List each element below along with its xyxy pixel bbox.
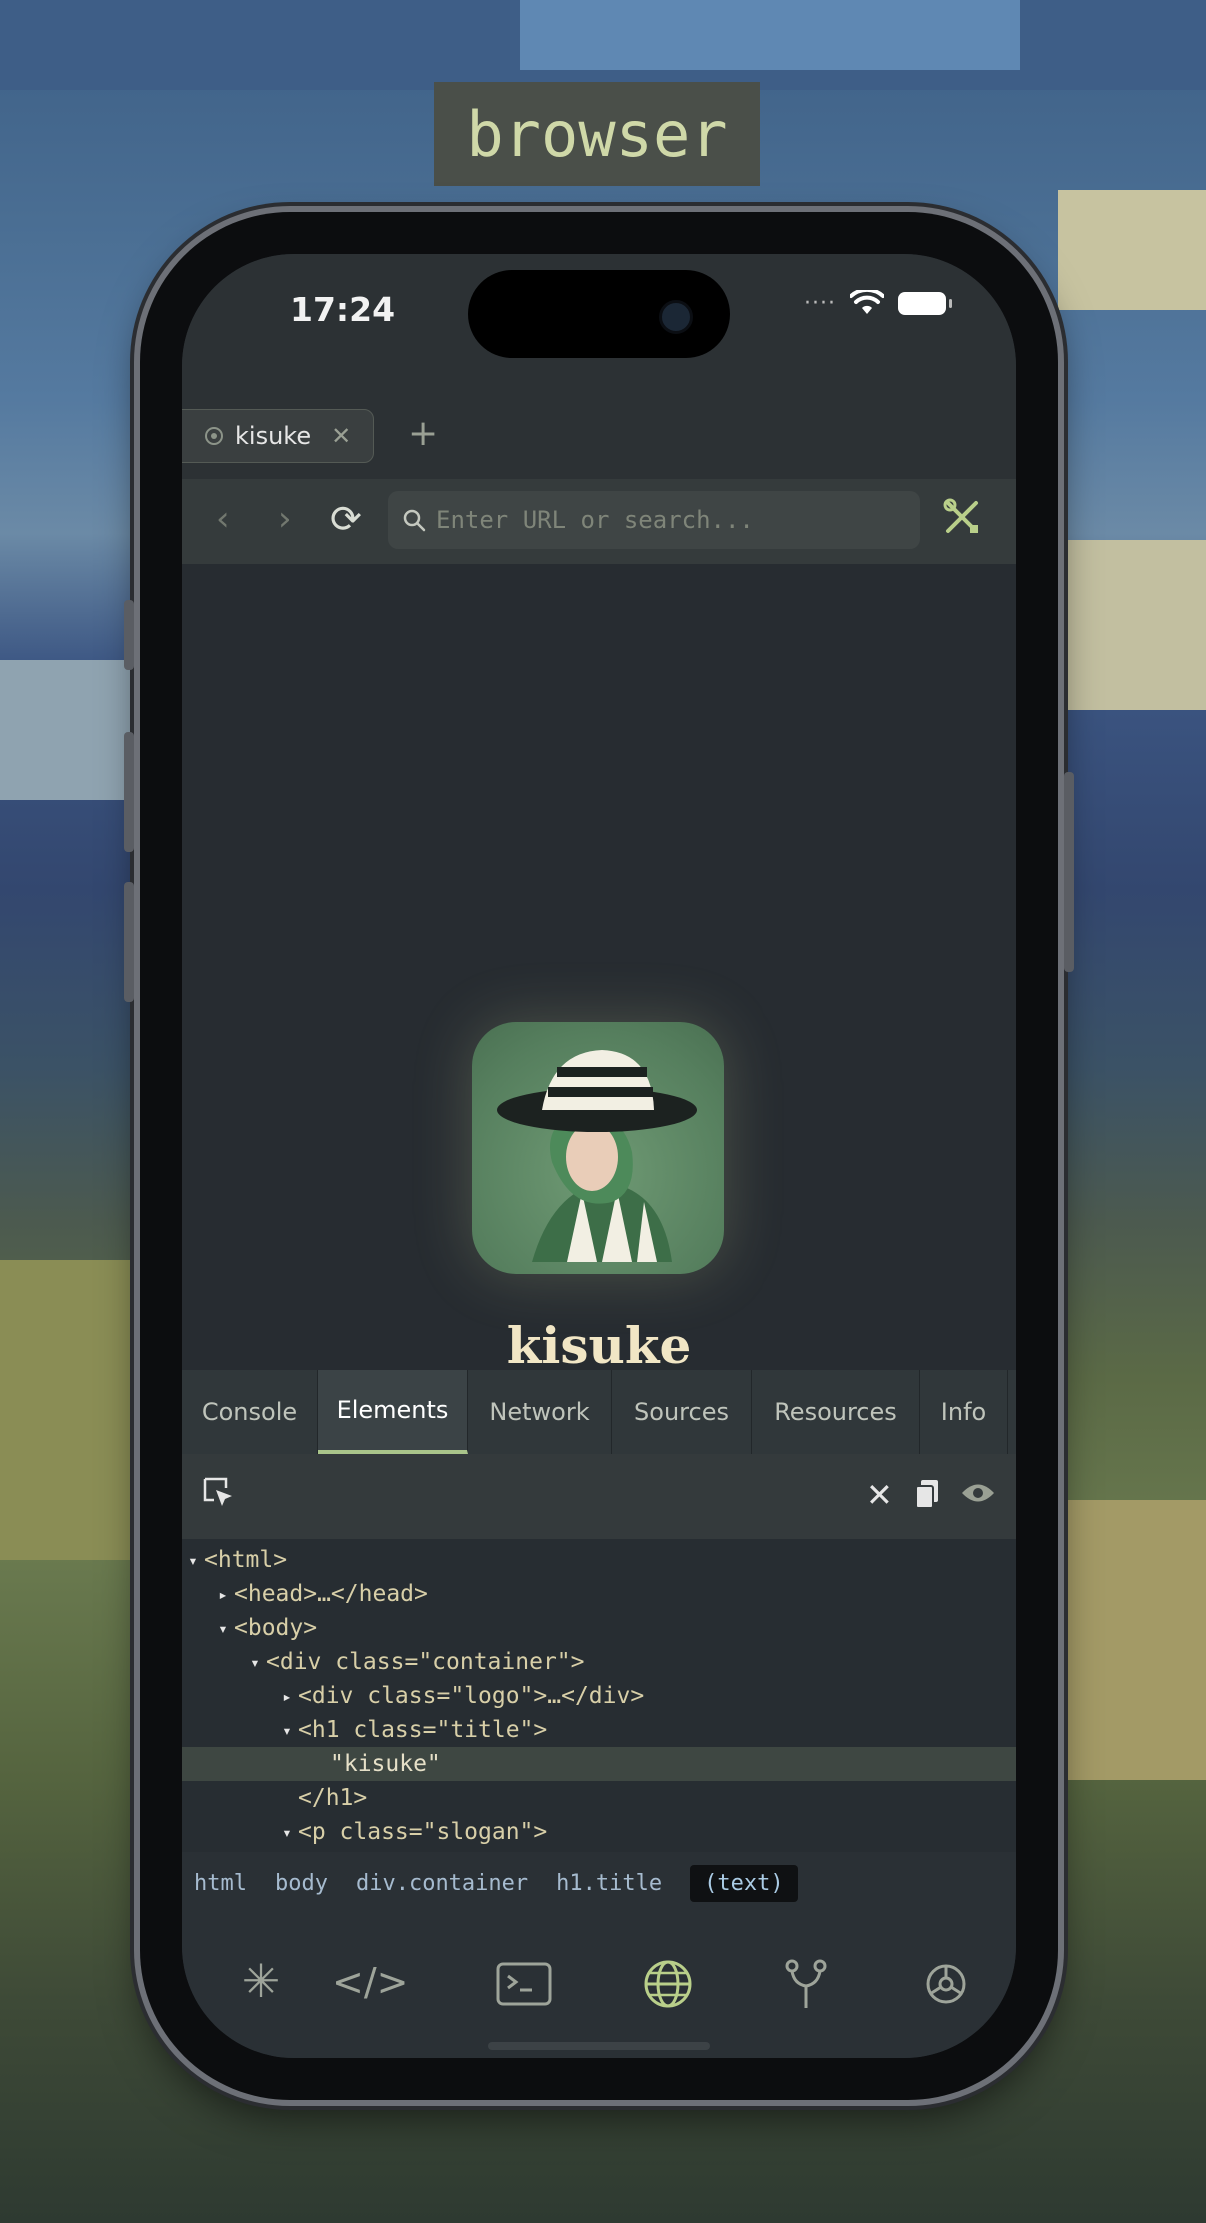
tab-favicon-icon xyxy=(205,427,223,445)
copy-icon[interactable] xyxy=(914,1478,940,1510)
terminal-icon[interactable] xyxy=(496,1962,552,2006)
expand-icon[interactable]: ▾ xyxy=(276,1721,298,1740)
volume-down-button xyxy=(124,882,134,1002)
silent-switch xyxy=(124,600,134,670)
home-indicator[interactable] xyxy=(488,2042,710,2050)
bottom-nav: ✳ </> xyxy=(182,1914,1016,2058)
git-branch-icon[interactable] xyxy=(782,1958,830,2010)
tab-label: kisuke xyxy=(235,422,312,450)
crumb-div-container[interactable]: div.container xyxy=(356,1871,528,1896)
crumb-h1-title[interactable]: h1.title xyxy=(556,1871,662,1896)
browser-tab-bar: kisuke ✕ + xyxy=(182,379,1016,479)
devtools-toolbar: ✕ xyxy=(182,1454,1016,1540)
bg-cloud-2 xyxy=(520,0,1020,70)
page-title: kisuke xyxy=(506,1316,692,1375)
phone-frame: 17:24 ···· kisuke ✕ + ‹ › ⟳ Enter URL or… xyxy=(124,212,1074,2100)
bg-cloud-5 xyxy=(0,660,140,800)
url-input[interactable]: Enter URL or search... xyxy=(388,491,920,549)
dom-node[interactable]: ▸ <div class="logo">…</div> xyxy=(182,1679,1016,1713)
dom-node[interactable]: </h1> xyxy=(182,1781,1016,1815)
dom-node[interactable]: ▾ <h1 class="title"> xyxy=(182,1713,1016,1747)
bg-field-1 xyxy=(0,1260,140,1560)
forward-button[interactable]: › xyxy=(278,499,292,539)
status-time: 17:24 xyxy=(290,290,396,329)
crumb-text[interactable]: (text) xyxy=(690,1864,798,1902)
reload-button[interactable]: ⟳ xyxy=(330,497,362,541)
search-icon xyxy=(403,509,426,532)
dom-breadcrumb: html body div.container h1.title (text) xyxy=(182,1852,1016,1914)
dom-tree: ▾ <html> ▸ <head>…</head> ▾ <body> ▾ <div cl… xyxy=(182,1539,1016,1859)
volume-up-button xyxy=(124,732,134,852)
signal-icon: ···· xyxy=(804,290,836,316)
battery-icon xyxy=(898,291,952,315)
new-tab-button[interactable]: + xyxy=(408,413,438,454)
collapse-icon[interactable]: ▸ xyxy=(212,1585,234,1604)
power-button xyxy=(1064,772,1074,972)
inspect-icon[interactable] xyxy=(202,1476,236,1510)
settings-icon[interactable] xyxy=(920,1958,972,2010)
code-icon[interactable]: </> xyxy=(332,1960,408,2004)
page-viewport: kisuke xyxy=(182,564,1016,1375)
logo-image xyxy=(472,1022,724,1274)
devtools-tabs: Console Elements Network Sources Resourc… xyxy=(182,1370,1016,1454)
expand-icon[interactable]: ▾ xyxy=(244,1653,266,1672)
expand-icon[interactable]: ▾ xyxy=(182,1551,204,1570)
tab-resources[interactable]: Resources xyxy=(752,1370,920,1454)
dom-node-selected[interactable]: "kisuke" xyxy=(182,1747,1016,1781)
avatar-illustration xyxy=(497,1050,697,1262)
dom-node[interactable]: ▸ <head>…</head> xyxy=(182,1577,1016,1611)
back-button[interactable]: ‹ xyxy=(216,499,230,539)
crumb-body[interactable]: body xyxy=(275,1871,328,1896)
camera-icon xyxy=(659,300,693,334)
status-icons: ···· xyxy=(804,290,952,316)
bg-field-2 xyxy=(1058,1500,1206,1780)
dom-node[interactable]: ▾ <div class="container"> xyxy=(182,1645,1016,1679)
close-icon[interactable]: ✕ xyxy=(866,1476,893,1514)
eye-icon[interactable] xyxy=(960,1480,996,1506)
app-label: browser xyxy=(434,82,760,186)
collapse-icon[interactable]: ▸ xyxy=(276,1687,298,1706)
status-bar: 17:24 ···· xyxy=(182,254,1016,379)
tab-elements[interactable]: Elements xyxy=(318,1370,468,1454)
tab-network[interactable]: Network xyxy=(468,1370,612,1454)
bg-cloud-4 xyxy=(1058,540,1206,710)
tools-icon[interactable] xyxy=(942,497,982,537)
tab-sources[interactable]: Sources xyxy=(612,1370,752,1454)
expand-icon[interactable]: ▾ xyxy=(212,1619,234,1638)
expand-icon[interactable]: ▾ xyxy=(276,1823,298,1842)
asterisk-icon[interactable]: ✳ xyxy=(226,1954,296,2008)
bg-cloud-3 xyxy=(1058,190,1206,310)
globe-icon[interactable] xyxy=(642,1958,694,2010)
wifi-icon xyxy=(850,290,884,314)
url-placeholder: Enter URL or search... xyxy=(436,506,754,534)
dom-node[interactable]: ▾ <html> xyxy=(182,1543,1016,1577)
dom-node[interactable]: ▾ <p class="slogan"> xyxy=(182,1815,1016,1849)
tab-console[interactable]: Console xyxy=(182,1370,318,1454)
dom-node[interactable]: ▾ <body> xyxy=(182,1611,1016,1645)
url-bar: ‹ › ⟳ Enter URL or search... xyxy=(182,479,1016,564)
dynamic-island xyxy=(468,270,730,358)
screen: 17:24 ···· kisuke ✕ + ‹ › ⟳ Enter URL or… xyxy=(182,254,1016,2058)
browser-tab[interactable]: kisuke ✕ xyxy=(182,409,374,463)
tab-info[interactable]: Info xyxy=(920,1370,1008,1454)
tab-close-icon[interactable]: ✕ xyxy=(331,422,351,450)
crumb-html[interactable]: html xyxy=(194,1871,247,1896)
